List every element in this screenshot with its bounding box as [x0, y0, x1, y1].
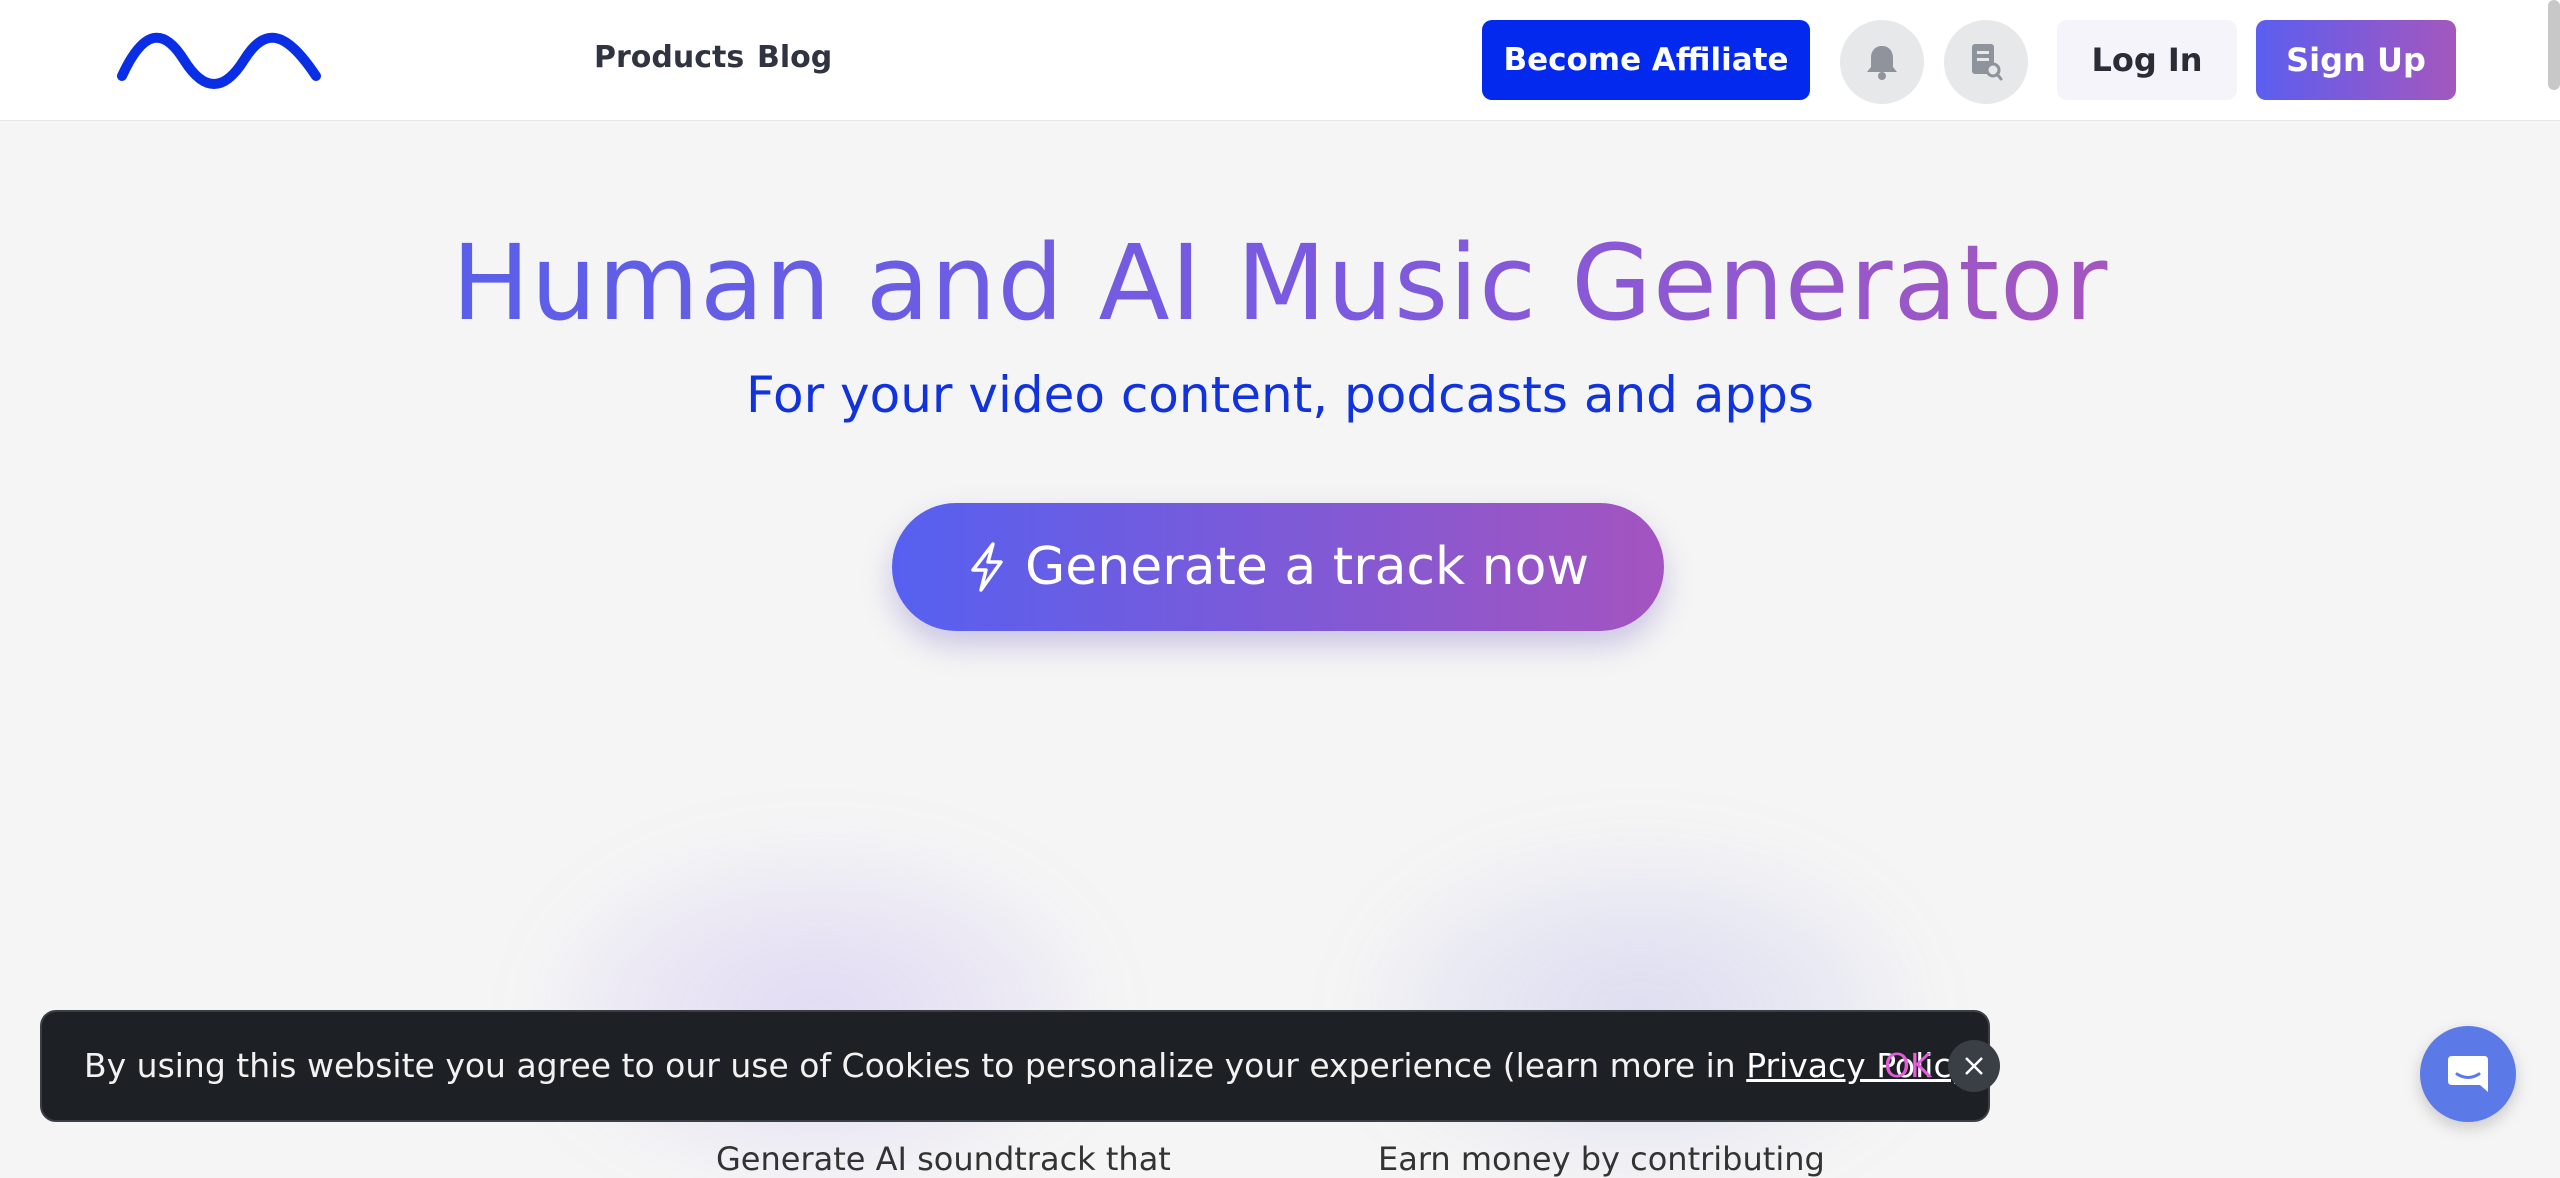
- nav-blog-link[interactable]: Blog: [757, 40, 832, 75]
- hero-title: Human and AI Music Generator: [451, 222, 2109, 344]
- bell-icon: [1867, 46, 1897, 80]
- card-text-earn: Earn money by contributing: [1378, 1140, 1825, 1178]
- page-scrollbar[interactable]: [2548, 0, 2560, 90]
- generate-track-label: Generate a track now: [1025, 537, 1589, 597]
- document-search-icon: [1972, 44, 2003, 81]
- cookie-ok-button[interactable]: OK: [1884, 1046, 1932, 1085]
- nav-products-link[interactable]: Products: [594, 40, 744, 75]
- chat-widget-button[interactable]: [2420, 1026, 2516, 1122]
- privacy-policy-link[interactable]: Privacy Policy: [1746, 1046, 1971, 1085]
- become-affiliate-button[interactable]: Become Affiliate: [1482, 20, 1810, 100]
- wave-logo-icon[interactable]: [116, 30, 326, 90]
- close-icon: [1965, 1057, 1983, 1075]
- lightning-icon: [971, 542, 1003, 592]
- hero-subtitle: For your video content, podcasts and app…: [746, 366, 1814, 424]
- chat-bubble-icon: [2448, 1056, 2488, 1092]
- cookie-message: By using this website you agree to our u…: [84, 1046, 1984, 1085]
- search-documents-button[interactable]: [1944, 20, 2028, 104]
- card-text-generate: Generate AI soundtrack that: [716, 1140, 1171, 1178]
- site-header: Products Blog Become Affiliate Log In Si…: [0, 0, 2560, 121]
- notifications-button[interactable]: [1840, 20, 1924, 104]
- cookie-close-button[interactable]: [1948, 1040, 2000, 1092]
- generate-track-button[interactable]: Generate a track now: [892, 503, 1664, 631]
- cookie-banner: By using this website you agree to our u…: [40, 1010, 2000, 1122]
- log-in-button[interactable]: Log In: [2057, 20, 2237, 100]
- sign-up-button[interactable]: Sign Up: [2256, 20, 2456, 100]
